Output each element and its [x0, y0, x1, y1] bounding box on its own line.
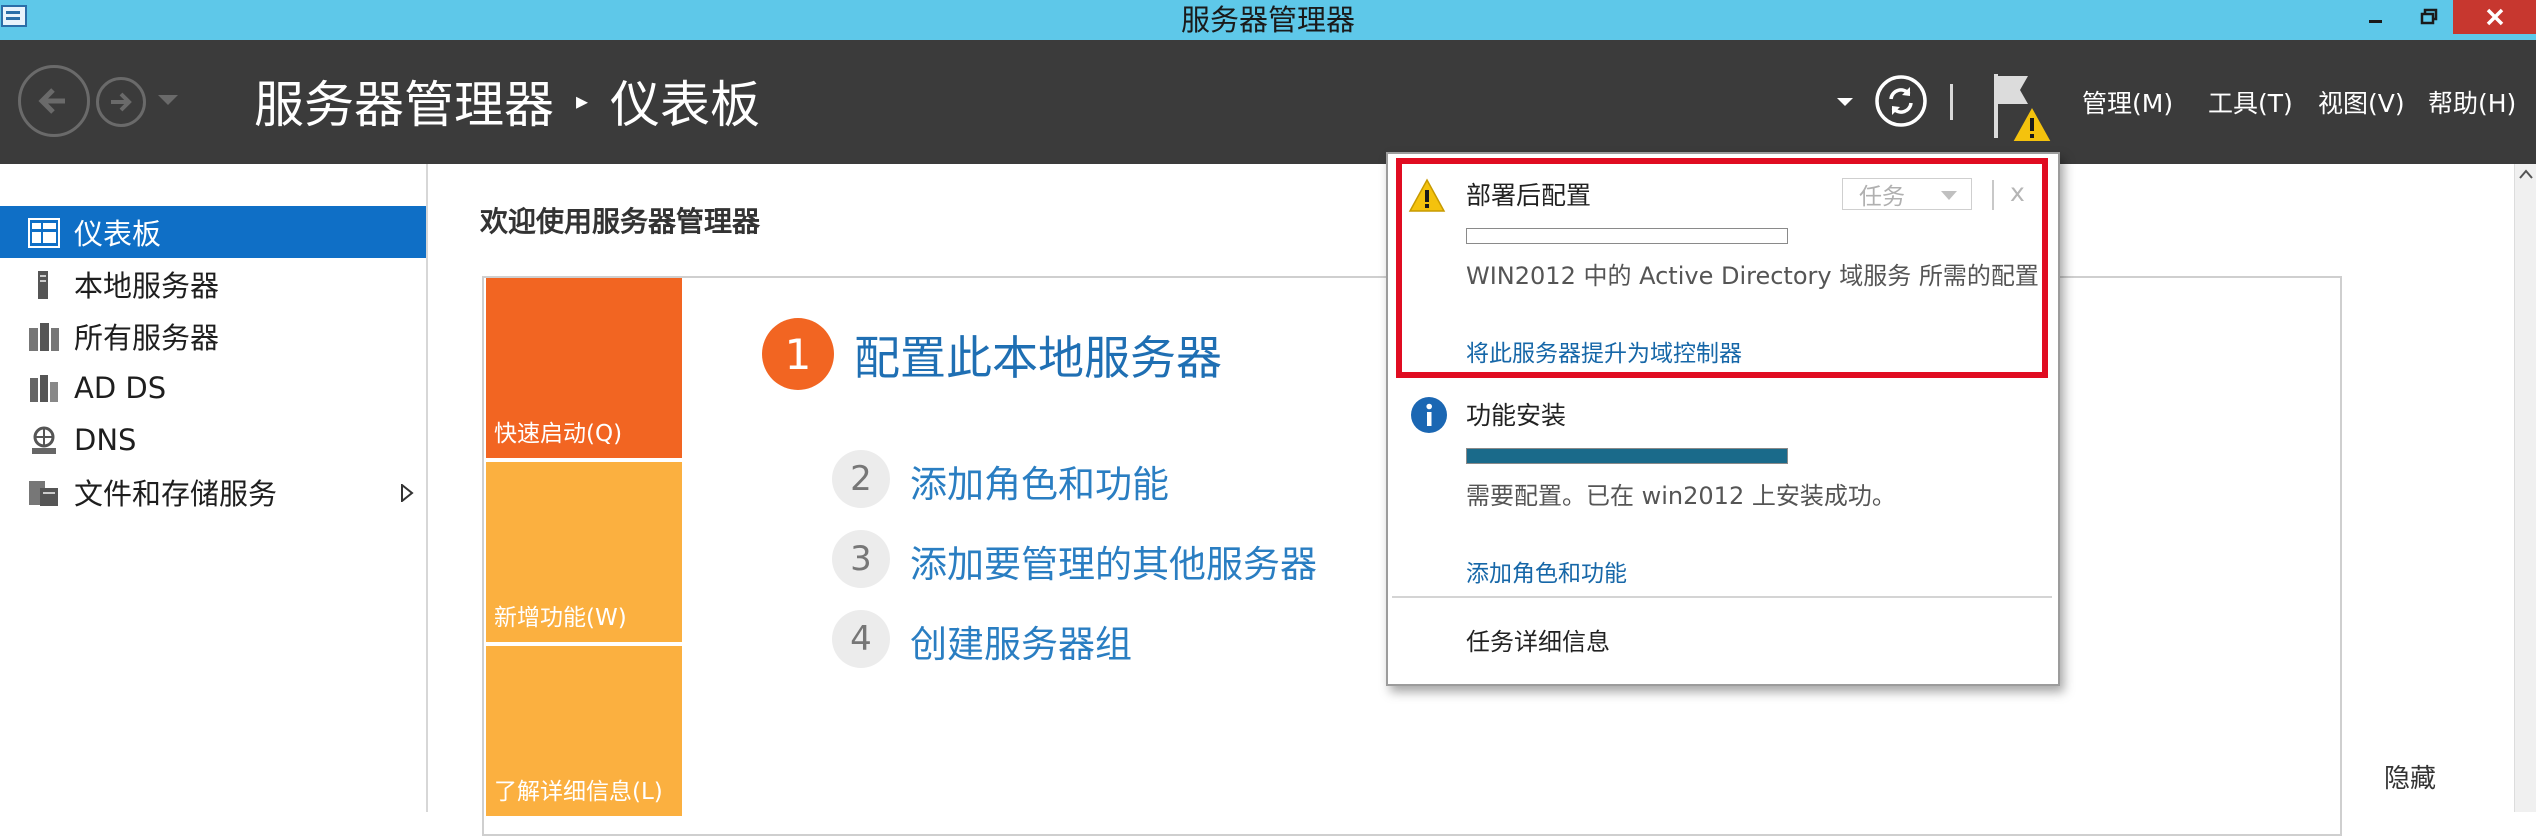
add-roles-features-link[interactable]: 添加角色和功能	[1466, 554, 1627, 588]
chevron-down-icon	[158, 95, 178, 105]
scroll-up-icon	[2519, 169, 2533, 179]
sidebar-item-label: 仪表板	[74, 217, 162, 251]
sidebar-item-label: 文件和存储服务	[74, 477, 278, 511]
step-number-2: 2	[832, 450, 890, 508]
breadcrumb-current: 仪表板	[610, 76, 761, 134]
minimize-icon	[2369, 20, 2382, 23]
servers-icon	[29, 323, 59, 351]
feature-install-description: 需要配置。已在 win2012 上安装成功。	[1466, 482, 1896, 510]
menu-help[interactable]: 帮助(H)	[2428, 84, 2516, 120]
breadcrumb: 服务器管理器 ▸ 仪表板	[254, 66, 760, 136]
step-number-3: 3	[832, 530, 890, 588]
nav-history-dropdown[interactable]	[156, 92, 180, 112]
feature-install-title: 功能安装	[1466, 401, 1567, 430]
breadcrumb-separator-icon: ▸	[576, 87, 589, 115]
tile-learn-more[interactable]: 了解详细信息(L)	[486, 646, 682, 816]
task-details-link[interactable]: 任务详细信息	[1466, 622, 1610, 657]
progress-fill	[1467, 449, 1787, 463]
chevron-down-icon	[1837, 98, 1853, 106]
configure-local-server-link[interactable]: 配置此本地服务器	[854, 322, 1222, 388]
sidebar: 仪表板 本地服务器 所有服务器 AD DS DNS 文件和存储服务	[0, 164, 428, 812]
minimize-button[interactable]	[2347, 0, 2405, 34]
dismiss-notification-button[interactable]: x	[2010, 178, 2025, 207]
task-dropdown-label: 任务	[1859, 184, 1905, 210]
refresh-button[interactable]	[1874, 74, 1928, 128]
sidebar-item-all-servers[interactable]: 所有服务器	[0, 310, 426, 362]
post-deploy-progress-bar	[1466, 228, 1788, 244]
popup-divider	[1392, 596, 2052, 598]
sidebar-item-label: 所有服务器	[74, 321, 220, 355]
chevron-down-icon	[1941, 191, 1957, 200]
tile-label: 快速启动(Q)	[494, 421, 623, 447]
post-deploy-description: WIN2012 中的 Active Directory 域服务 所需的配置	[1466, 262, 2039, 290]
file-storage-icon	[29, 481, 58, 506]
tile-label: 了解详细信息(L)	[494, 779, 663, 805]
add-roles-link[interactable]: 添加角色和功能	[910, 454, 1169, 508]
sidebar-item-label: 本地服务器	[74, 269, 220, 303]
refresh-icon	[1875, 75, 1927, 127]
sidebar-item-ad-ds[interactable]: AD DS	[0, 362, 426, 414]
info-icon	[1410, 396, 1448, 438]
post-deploy-title: 部署后配置	[1466, 181, 1592, 210]
expand-arrow-icon[interactable]	[400, 484, 414, 502]
feature-install-progress-bar	[1466, 448, 1788, 464]
flag-warning-icon	[1994, 74, 2054, 143]
header-dropdown[interactable]	[1836, 93, 1854, 112]
dashboard-icon	[28, 218, 60, 248]
tile-quick-start[interactable]: 快速启动(Q)	[486, 278, 682, 458]
breadcrumb-root[interactable]: 服务器管理器	[254, 65, 554, 137]
ad-ds-icon	[30, 375, 58, 402]
forward-button[interactable]	[96, 77, 146, 127]
add-servers-link[interactable]: 添加要管理的其他服务器	[910, 534, 1317, 588]
task-dropdown[interactable]: 任务	[1842, 178, 1972, 210]
back-button[interactable]	[18, 65, 90, 137]
promote-to-dc-link[interactable]: 将此服务器提升为域控制器	[1466, 334, 1742, 368]
create-server-group-link[interactable]: 创建服务器组	[910, 614, 1132, 668]
window-title: 服务器管理器	[1180, 3, 1355, 37]
sidebar-item-file-storage[interactable]: 文件和存储服务	[0, 466, 426, 518]
step-number-1: 1	[762, 318, 834, 390]
notifications-flag-button[interactable]	[1990, 70, 2054, 146]
back-arrow-icon	[38, 88, 65, 114]
close-button[interactable]	[2453, 0, 2536, 34]
menu-manage[interactable]: 管理(M)	[2082, 84, 2173, 120]
sidebar-item-dashboard[interactable]: 仪表板	[0, 206, 426, 258]
step-number-4: 4	[832, 610, 890, 668]
header-divider	[1950, 84, 1953, 120]
menu-tools[interactable]: 工具(T)	[2208, 84, 2293, 120]
dns-icon	[32, 426, 56, 454]
tile-whats-new[interactable]: 新增功能(W)	[486, 462, 682, 642]
restore-icon	[2420, 8, 2438, 25]
sidebar-item-dns[interactable]: DNS	[0, 414, 426, 466]
restore-button[interactable]	[2400, 0, 2458, 34]
sidebar-item-label: DNS	[74, 423, 137, 457]
warning-icon	[1408, 178, 1446, 218]
vertical-scrollbar[interactable]	[2514, 164, 2536, 812]
forward-arrow-icon	[111, 92, 132, 112]
tile-label: 新增功能(W)	[494, 605, 627, 631]
sidebar-item-label: AD DS	[74, 371, 167, 405]
close-icon	[2486, 8, 2503, 26]
welcome-heading: 欢迎使用服务器管理器	[480, 205, 761, 238]
server-icon	[38, 271, 48, 299]
menu-view[interactable]: 视图(V)	[2318, 84, 2405, 120]
popup-separator	[1992, 180, 1994, 210]
hide-link[interactable]: 隐藏	[2384, 758, 2436, 795]
sidebar-item-local-server[interactable]: 本地服务器	[0, 258, 426, 310]
